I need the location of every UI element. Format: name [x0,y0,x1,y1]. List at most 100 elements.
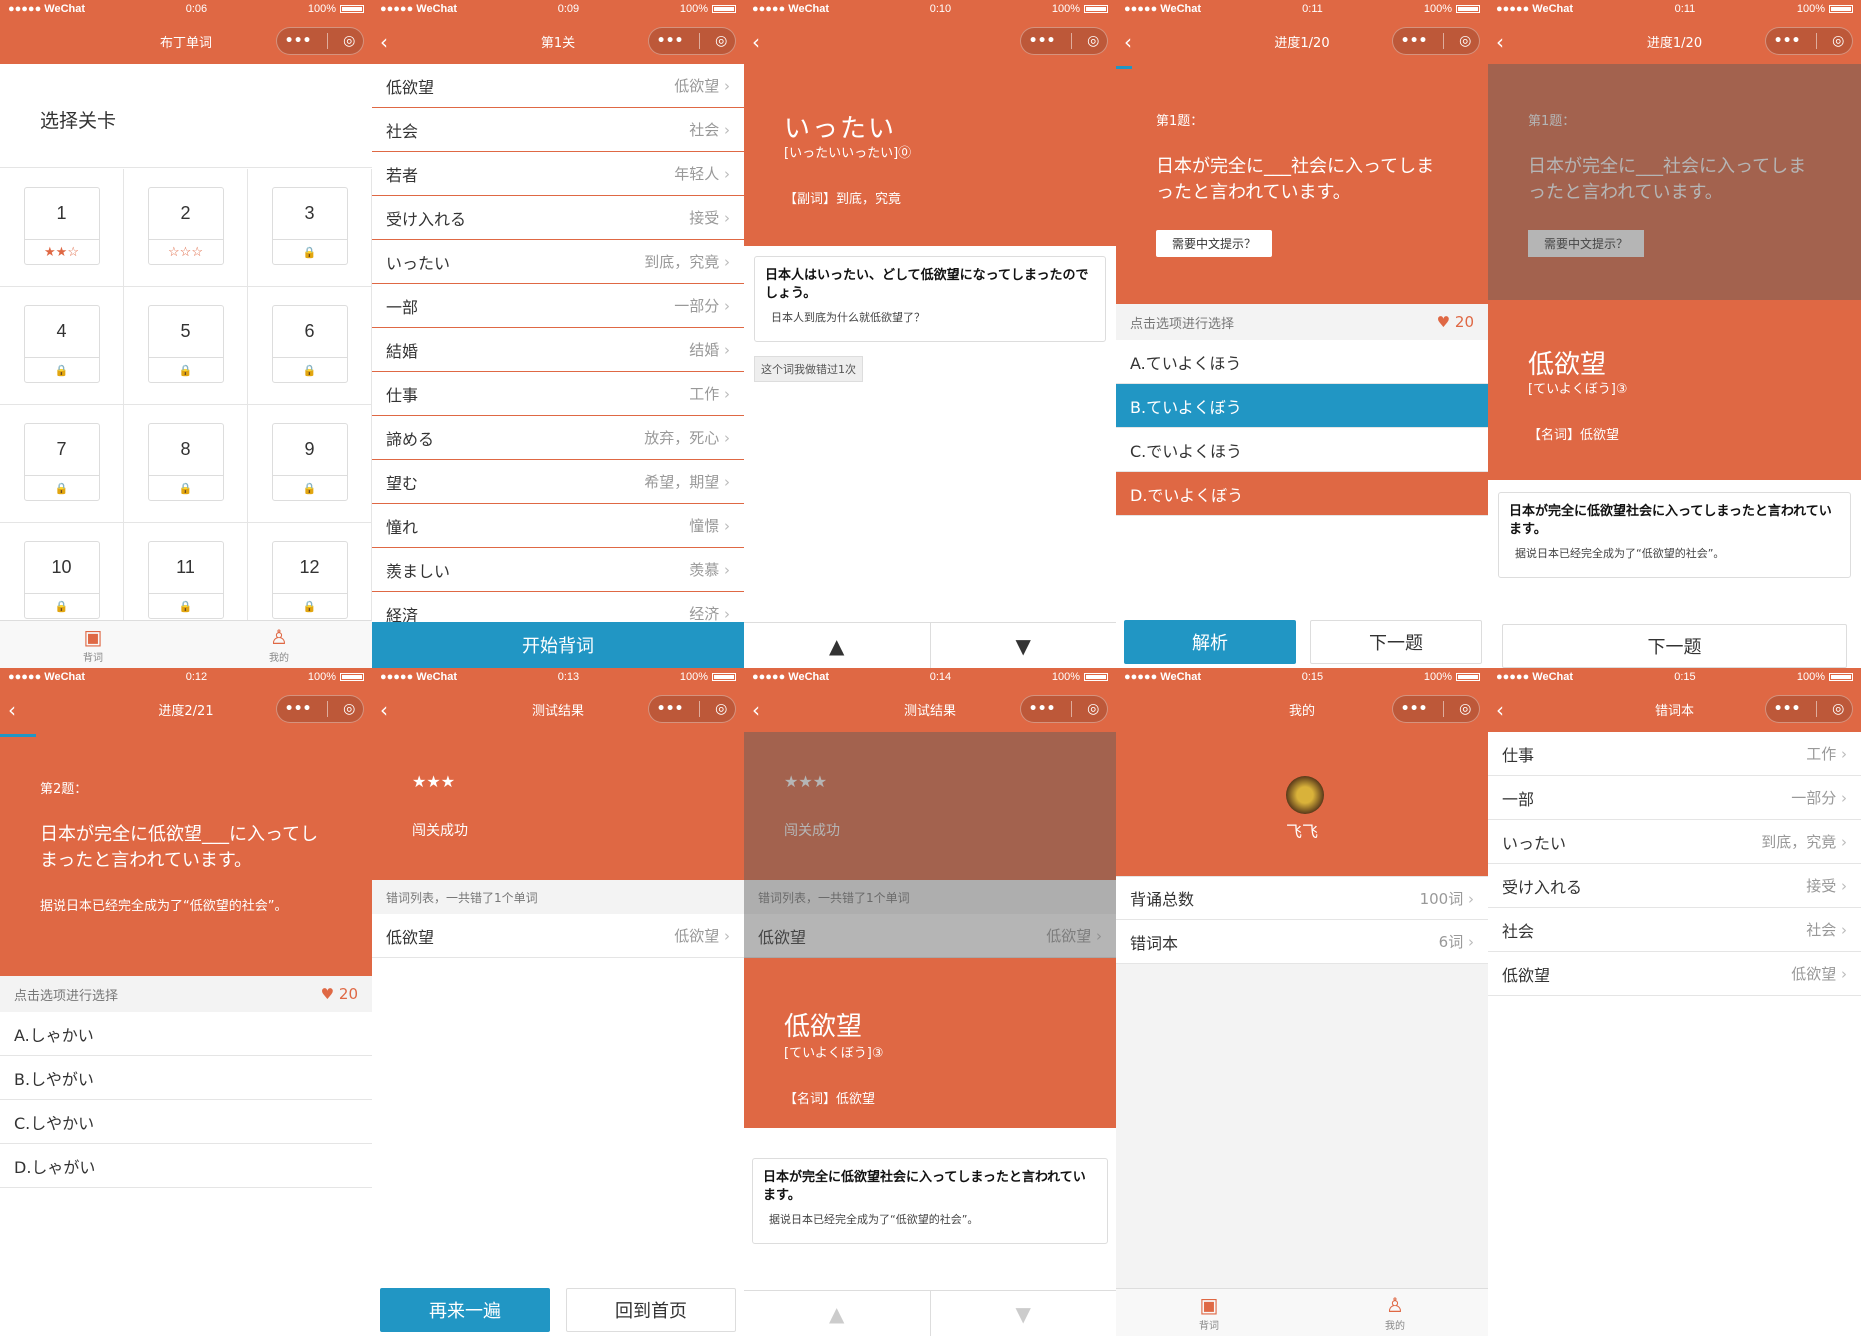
level-button[interactable]: 7 🔒 [23,423,100,501]
capsule-menu[interactable]: ••• ◎ [1020,695,1108,723]
capsule-menu[interactable]: ••• ◎ [648,695,736,723]
list-item[interactable]: 仕事 工作 [372,372,744,416]
capsule-menu[interactable]: ••• ◎ [1765,27,1853,55]
next-button[interactable]: ▼ [931,623,1117,668]
level-button[interactable]: 9 🔒 [271,423,348,501]
total-row: 背诵总数 100词 [1116,876,1488,920]
level-button[interactable]: 2 ☆☆☆ [147,187,224,265]
wrong-word-row[interactable]: 低欲望 低欲望 [372,914,744,958]
level-button[interactable]: 5 🔒 [147,305,224,383]
capsule-menu[interactable]: ••• ◎ [276,695,364,723]
list-item[interactable]: 望む 希望，期望 [372,460,744,504]
list-item[interactable]: 若者 年轻人 [372,152,744,196]
capsule-menu[interactable]: ••• ◎ [276,27,364,55]
level-button[interactable]: 3 🔒 [271,187,348,265]
capsule-menu[interactable]: ••• ◎ [1392,27,1480,55]
next-question-button[interactable]: 下一题 [1310,620,1482,664]
next-question-button[interactable]: 下一题 [1502,624,1847,668]
level-button[interactable]: 4 🔒 [23,305,100,383]
back-icon[interactable]: ‹ [1124,30,1132,54]
list-item[interactable]: いったい 到底，究竟 [1488,820,1861,864]
panel-word-list: ●●●●● WeChat0:09100% ‹第1关 •••◎ 低欲望低欲望社会社… [372,0,744,668]
lock-icon: 🔒 [178,600,193,613]
back-icon[interactable]: ‹ [752,698,760,722]
list-item[interactable]: 受け入れる 接受 [372,196,744,240]
word: 低欲望 [1528,350,1607,380]
tab-recite[interactable]: ▣ 背词 [1116,1289,1302,1336]
meaning: 【副词】到底，究竟 [784,192,902,207]
option-c[interactable]: C.しやかい [0,1100,372,1144]
lock-icon: 🔒 [178,482,193,495]
tab-mine[interactable]: ♙ 我的 [1302,1289,1488,1336]
prev-button[interactable]: ▲ [744,623,931,668]
option-b[interactable]: B.しやがい [0,1056,372,1100]
level-button[interactable]: 11 🔒 [147,541,224,619]
wrong-count-badge: 这个词我做错过1次 [754,356,863,382]
lock-icon: 🔒 [54,600,69,613]
list-item[interactable]: 一部 一部分 [372,284,744,328]
analyze-button[interactable]: 解析 [1124,620,1296,664]
option-a[interactable]: A.ていよくほう [1116,340,1488,384]
user-name: 飞飞 [1285,822,1318,841]
level-cell: 12 🔒 [248,523,372,620]
list-item[interactable]: 一部 一部分 [1488,776,1861,820]
list-item[interactable]: 低欲望 低欲望 [372,64,744,108]
close-target-icon: ◎ [343,33,356,49]
question: 日本が完全に___社会に入ってしまったと言われています。 [1156,156,1435,203]
option-d[interactable]: D.しゃがい [0,1144,372,1188]
list-item[interactable]: 社会 社会 [372,108,744,152]
option-d[interactable]: D.でいよくぼう [1116,472,1488,516]
back-icon[interactable]: ‹ [752,30,760,54]
option-c[interactable]: C.でいよくほう [1116,428,1488,472]
book-icon: ▣ [1199,1293,1219,1317]
start-button[interactable]: 开始背词 [372,622,744,668]
avatar [1286,776,1324,814]
again-button[interactable]: 再来一遍 [380,1288,550,1332]
list-item[interactable]: 低欲望 低欲望 [1488,952,1861,996]
lock-icon: 🔒 [54,364,69,377]
level-button[interactable]: 1 ★★☆ [23,187,100,265]
back-icon[interactable]: ‹ [1496,698,1504,722]
level-button[interactable]: 8 🔒 [147,423,224,501]
list-item[interactable]: 諦める 放弃，死心 [372,416,744,460]
mistake-list: 仕事工作一部一部分いったい到底，究竟受け入れる接受社会社会低欲望低欲望 [1488,732,1861,996]
level-cell: 11 🔒 [124,523,248,620]
list-item[interactable]: 仕事 工作 [1488,732,1861,776]
prev-button[interactable]: ▲ [744,1291,931,1336]
level-button[interactable]: 12 🔒 [271,541,348,619]
level-button[interactable]: 10 🔒 [23,541,100,619]
level-cell: 8 🔒 [124,405,248,523]
list-item[interactable]: 羨ましい 羡慕 [372,548,744,592]
level-cell: 2 ☆☆☆ [124,169,248,287]
home-button[interactable]: 回到首页 [566,1288,736,1332]
heart-icon: ♥ [1436,313,1451,331]
option-a[interactable]: A.しゃかい [0,1012,372,1056]
list-item[interactable]: いったい 到底，究竟 [372,240,744,284]
capsule-menu[interactable]: ••• ◎ [1765,695,1853,723]
tab-mine[interactable]: ♙ 我的 [186,621,372,668]
back-icon[interactable]: ‹ [8,698,16,722]
list-item[interactable]: 結婚 结婚 [372,328,744,372]
back-icon[interactable]: ‹ [1496,30,1504,54]
panel-mistake-book: ●●●●● WeChat0:15100% ‹错词本 •••◎ 仕事工作一部一部分… [1488,668,1861,1336]
list-item[interactable]: 社会 社会 [1488,908,1861,952]
back-icon[interactable]: ‹ [380,698,388,722]
back-icon[interactable]: ‹ [380,30,388,54]
tab-recite[interactable]: ▣ 背词 [0,621,186,668]
list-item[interactable]: 経済 经济 [372,592,744,624]
panel-word-detail: ●●●●● WeChat 0:10 100% ‹ ••• ◎ いったい [いったいいっ… [744,0,1116,668]
next-button[interactable]: ▼ [931,1291,1117,1336]
overlay [744,732,1116,958]
hint-button[interactable]: 需要中文提示？ [1156,230,1273,257]
stars: ★★☆ [44,244,79,259]
capsule-menu[interactable]: ••• ◎ [1020,27,1108,55]
level-button[interactable]: 6 🔒 [271,305,348,383]
overlay [1488,64,1861,300]
mistakes-row[interactable]: 错词本 6词 [1116,920,1488,964]
capsule-menu[interactable]: ••• ◎ [648,27,736,55]
capsule-menu[interactable]: ••• ◎ [1392,695,1480,723]
list-item[interactable]: 憧れ 憧憬 [372,504,744,548]
option-b[interactable]: B.ていよくぼう [1116,384,1488,428]
level-cell: 6 🔒 [248,287,372,405]
list-item[interactable]: 受け入れる 接受 [1488,864,1861,908]
